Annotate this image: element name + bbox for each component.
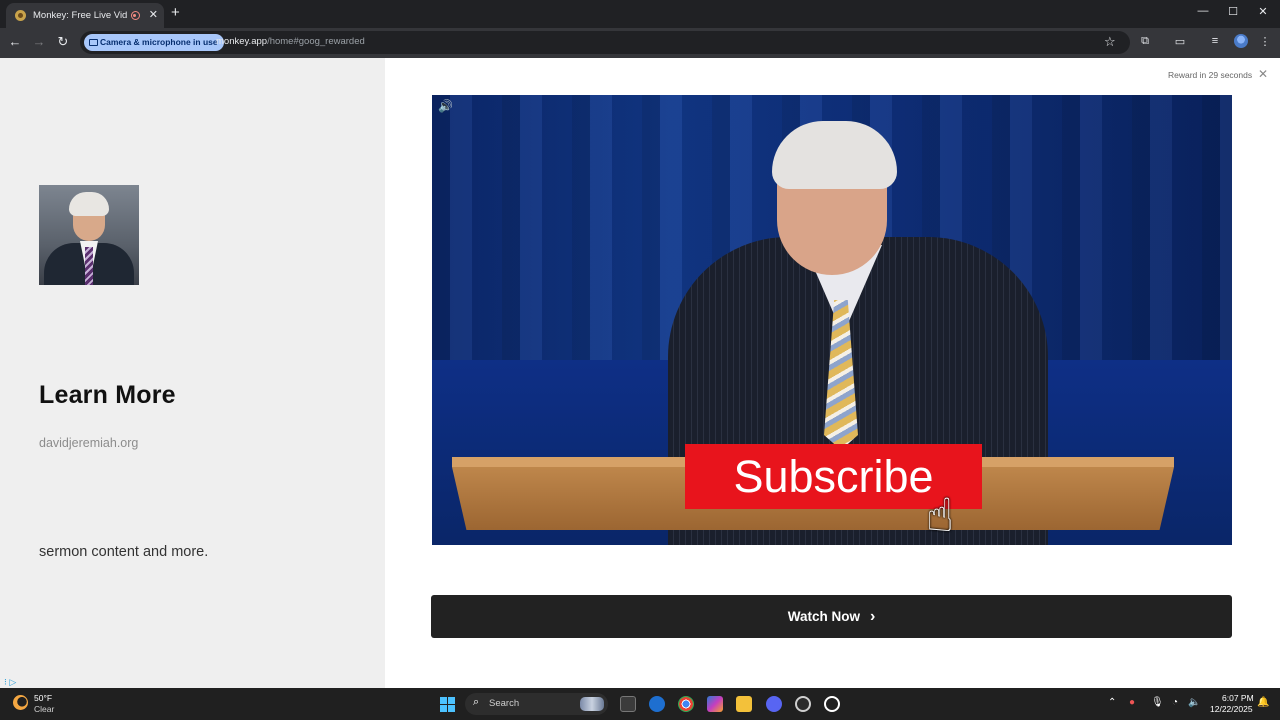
- obs-icon[interactable]: [824, 696, 840, 712]
- ad-headline[interactable]: Learn More: [39, 381, 176, 410]
- taskbar-search[interactable]: ⌕ Search: [465, 693, 608, 715]
- ad-domain[interactable]: davidjeremiah.org: [39, 436, 138, 450]
- clock-date[interactable]: 12/22/2025: [1210, 704, 1253, 714]
- microphone-icon[interactable]: 🎙: [1151, 697, 1164, 708]
- browser-tabstrip: Monkey: Free Live Video Ch ✕ + — ☐ ✕: [0, 0, 1280, 28]
- adchoices-icon[interactable]: ⁝ ▷: [4, 677, 16, 688]
- task-view-icon[interactable]: [620, 696, 636, 712]
- tray-overflow-icon[interactable]: ⌃: [1108, 697, 1116, 708]
- tab-close-button[interactable]: ✕: [149, 10, 158, 21]
- reading-list-icon[interactable]: ≡: [1207, 35, 1223, 47]
- menu-kebab-icon[interactable]: ⋮: [1257, 35, 1273, 48]
- forward-icon[interactable]: →: [31, 34, 47, 50]
- page-content: Learn More davidjeremiah.org sermon cont…: [0, 58, 1280, 688]
- start-tile: [440, 705, 447, 712]
- photo-hair: [69, 192, 109, 216]
- discord-icon[interactable]: [766, 696, 782, 712]
- steam-icon[interactable]: [795, 696, 811, 712]
- cast-icon[interactable]: ▭: [1172, 35, 1188, 48]
- advertiser-photo[interactable]: [39, 185, 139, 285]
- wifi-icon[interactable]: ◔: [1172, 697, 1178, 708]
- watch-now-button[interactable]: Watch Now ›: [431, 595, 1232, 638]
- tab-title: Monkey: Free Live Video Ch: [33, 10, 127, 21]
- file-explorer-icon[interactable]: [736, 696, 752, 712]
- browser-toolbar: ← → ↻ Camera & microphone in use monkey.…: [0, 28, 1280, 58]
- url-path: /home#goog_rewarded: [267, 36, 365, 47]
- pointing-hand-icon: ☝: [926, 489, 955, 541]
- camera-mic-permission-chip[interactable]: Camera & microphone in use: [84, 34, 224, 51]
- ad-video-player[interactable]: Subscribe ☝ 🔊: [432, 95, 1232, 545]
- url-host: monkey.app: [216, 36, 268, 47]
- weather-temperature[interactable]: 50°F: [34, 693, 52, 703]
- monkey-favicon-icon: [15, 10, 26, 21]
- ad-description: sermon content and more.: [39, 544, 209, 560]
- notification-bell-icon[interactable]: 🔔: [1257, 697, 1269, 708]
- start-tile: [448, 705, 455, 712]
- minimize-button[interactable]: —: [1196, 5, 1210, 17]
- watch-now-label: Watch Now: [787, 609, 860, 624]
- speaker-icon[interactable]: 🔈: [1188, 697, 1200, 708]
- tray-app-icon[interactable]: ●: [1129, 697, 1135, 708]
- bookmark-star-icon[interactable]: ☆: [1104, 34, 1116, 50]
- permission-label: Camera & microphone in use: [100, 37, 218, 47]
- window-close-button[interactable]: ✕: [1256, 5, 1270, 18]
- edge-browser-icon[interactable]: [649, 696, 665, 712]
- photo-tie: [85, 247, 93, 285]
- camera-icon: [89, 39, 98, 46]
- profile-avatar[interactable]: [1234, 34, 1248, 48]
- address-bar[interactable]: Camera & microphone in use monkey.app/ho…: [80, 31, 1130, 54]
- ad-info-panel: Learn More davidjeremiah.org sermon cont…: [0, 58, 385, 688]
- maximize-button[interactable]: ☐: [1226, 5, 1240, 18]
- search-highlight-icon: [580, 697, 604, 711]
- weather-moon-icon[interactable]: [13, 695, 28, 710]
- reload-icon[interactable]: ↻: [55, 34, 71, 50]
- search-label: Search: [489, 698, 520, 709]
- new-tab-button[interactable]: +: [171, 5, 180, 20]
- start-tile: [440, 697, 447, 704]
- start-tile: [448, 697, 455, 704]
- volume-icon[interactable]: 🔊: [438, 99, 453, 113]
- extensions-icon[interactable]: ⧉: [1137, 35, 1153, 48]
- url-text[interactable]: monkey.app/home#goog_rewarded: [216, 36, 365, 47]
- taskbar: 50°F Clear ⌕ Search ⌃ ● 🎙 ◔ 🔈 6:07 PM 12…: [0, 688, 1280, 720]
- search-icon: ⌕: [473, 696, 480, 708]
- start-button[interactable]: [440, 697, 455, 712]
- chevron-right-icon: ›: [869, 607, 876, 625]
- reward-countdown: Reward in 29 seconds: [1168, 70, 1253, 80]
- close-icon[interactable]: ✕: [1258, 67, 1268, 81]
- chrome-icon[interactable]: [678, 696, 694, 712]
- copilot-icon[interactable]: [707, 696, 723, 712]
- tab-monkey[interactable]: Monkey: Free Live Video Ch ✕: [6, 3, 164, 28]
- recording-indicator-icon: [130, 11, 140, 20]
- back-icon[interactable]: ←: [7, 34, 23, 50]
- clock-time[interactable]: 6:07 PM: [1222, 693, 1254, 703]
- weather-condition[interactable]: Clear: [34, 704, 54, 714]
